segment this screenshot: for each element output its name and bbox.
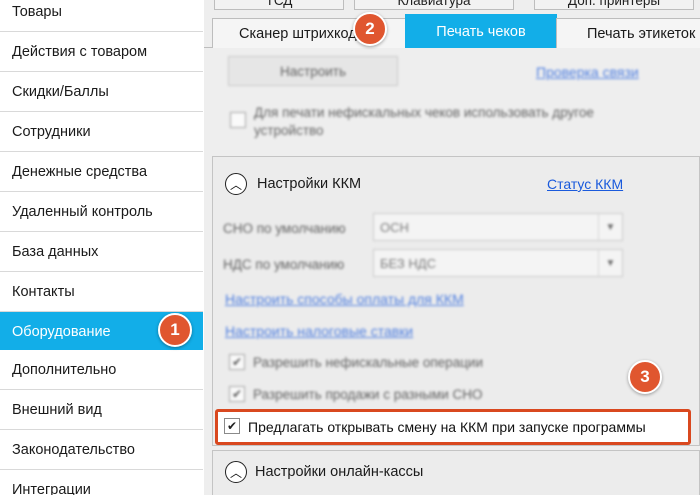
offer-open-shift-highlight: ✔ Предлагать открывать смену на ККМ при …: [215, 409, 691, 445]
top-tab-row: ТСД Клавиатура Доп. принтеры: [204, 0, 700, 10]
annotation-badge-3: 3: [628, 360, 662, 394]
sidebar-item-label: Дополнительно: [12, 361, 117, 378]
sidebar-item-money[interactable]: Денежные средства: [0, 152, 203, 192]
tab-keyboard[interactable]: Клавиатура: [354, 0, 514, 10]
sidebar-item-database[interactable]: База данных: [0, 232, 203, 272]
tab-receipt-printing[interactable]: Печать чеков: [405, 14, 557, 49]
chevron-up-icon: ︿: [229, 177, 242, 192]
collapse-online-kassa-button[interactable]: ︿: [225, 461, 247, 483]
sidebar-item-label: Скидки/Баллы: [12, 83, 109, 100]
tab-label: Печать этикеток: [587, 25, 696, 42]
sidebar-item-products[interactable]: Товары: [0, 0, 203, 32]
sidebar: Товары Действия с товаром Скидки/Баллы С…: [0, 0, 203, 495]
checkmark-icon: ✔: [231, 387, 243, 401]
settings-content: Настроить Проверка связи Для печати нефи…: [212, 48, 700, 495]
tab-label-printing[interactable]: Печать этикеток: [556, 18, 700, 48]
online-kassa-group: ︿ Настройки онлайн-кассы: [212, 450, 700, 495]
configure-button-label: Настроить: [280, 63, 346, 79]
sidebar-item-integrations[interactable]: Интеграции: [0, 470, 203, 495]
annotation-badge-1: 1: [158, 313, 192, 347]
allow-nonfiscal-label: Разрешить нефискальные операции: [253, 355, 484, 370]
sidebar-item-label: Удаленный контроль: [12, 203, 153, 220]
tab-label: Печать чеков: [436, 24, 526, 40]
tax-rates-link[interactable]: Настроить налоговые ставки: [225, 323, 413, 339]
offer-open-shift-checkbox[interactable]: ✔: [224, 418, 240, 434]
sno-label: СНО по умолчанию: [223, 221, 346, 236]
tab-extra-printers[interactable]: Доп. принтеры: [534, 0, 694, 10]
checkmark-icon: ✔: [226, 419, 238, 433]
nds-value: БЕЗ НДС: [380, 255, 436, 271]
allow-nonfiscal-checkbox[interactable]: ✔: [229, 354, 245, 370]
sidebar-item-label: Действия с товаром: [12, 43, 148, 60]
tab-label: Клавиатура: [397, 0, 471, 8]
tab-tsd[interactable]: ТСД: [214, 0, 344, 10]
checkmark-icon: ✔: [231, 355, 243, 369]
sidebar-item-discounts[interactable]: Скидки/Баллы: [0, 72, 203, 112]
sidebar-item-remote-control[interactable]: Удаленный контроль: [0, 192, 203, 232]
main-panel: ТСД Клавиатура Доп. принтеры Сканер штри…: [204, 0, 700, 495]
offer-open-shift-label: Предлагать открывать смену на ККМ при за…: [248, 419, 646, 435]
chevron-down-icon: ▼: [598, 250, 622, 276]
payment-methods-link[interactable]: Настроить способы оплаты для ККМ: [225, 291, 464, 307]
annotation-badge-2: 2: [353, 12, 387, 46]
online-kassa-title: Настройки онлайн-кассы: [255, 464, 424, 480]
allow-multi-sno-label: Разрешить продажи с разными СНО: [253, 387, 483, 402]
tab-row: Сканер штрихкодов Печать чеков Печать эт…: [204, 12, 700, 49]
sidebar-item-label: Товары: [12, 3, 62, 20]
sidebar-item-label: Контакты: [12, 283, 75, 300]
sidebar-item-product-actions[interactable]: Действия с товаром: [0, 32, 203, 72]
sno-value: ОСН: [380, 219, 409, 235]
allow-multi-sno-checkbox[interactable]: ✔: [229, 386, 245, 402]
sidebar-item-legislation[interactable]: Законодательство: [0, 430, 203, 470]
sidebar-item-employees[interactable]: Сотрудники: [0, 112, 203, 152]
nds-label: НДС по умолчанию: [223, 257, 345, 272]
sno-select[interactable]: ОСН ▼: [373, 213, 623, 241]
tab-label: ТСД: [265, 0, 293, 8]
kkm-settings-group: ︿ Настройки ККМ Статус ККМ СНО по умолча…: [212, 156, 700, 446]
other-device-label: Для печати нефискальных чеков использова…: [254, 105, 594, 138]
nds-select[interactable]: БЕЗ НДС ▼: [373, 249, 623, 277]
sidebar-item-label: Интеграции: [12, 481, 91, 495]
tab-label: Доп. принтеры: [567, 0, 661, 8]
check-connection-link[interactable]: Проверка связи: [536, 64, 639, 80]
chevron-up-icon: ︿: [229, 465, 242, 480]
sidebar-item-appearance[interactable]: Внешний вид: [0, 390, 203, 430]
configure-button[interactable]: Настроить: [228, 56, 398, 86]
chevron-down-icon: ▼: [598, 214, 622, 240]
kkm-status-link[interactable]: Статус ККМ: [547, 176, 623, 192]
other-device-checkbox[interactable]: [230, 112, 246, 128]
sidebar-item-additional[interactable]: Дополнительно: [0, 350, 203, 390]
sidebar-item-label: Оборудование: [12, 323, 111, 340]
sidebar-item-label: Внешний вид: [12, 401, 102, 418]
collapse-kkm-button[interactable]: ︿: [225, 173, 247, 195]
sidebar-item-label: Денежные средства: [12, 163, 148, 180]
sidebar-item-label: База данных: [12, 243, 99, 260]
sidebar-item-label: Законодательство: [12, 441, 135, 458]
kkm-settings-title: Настройки ККМ: [257, 176, 362, 192]
sidebar-item-contacts[interactable]: Контакты: [0, 272, 203, 312]
sidebar-item-label: Сотрудники: [12, 123, 91, 140]
